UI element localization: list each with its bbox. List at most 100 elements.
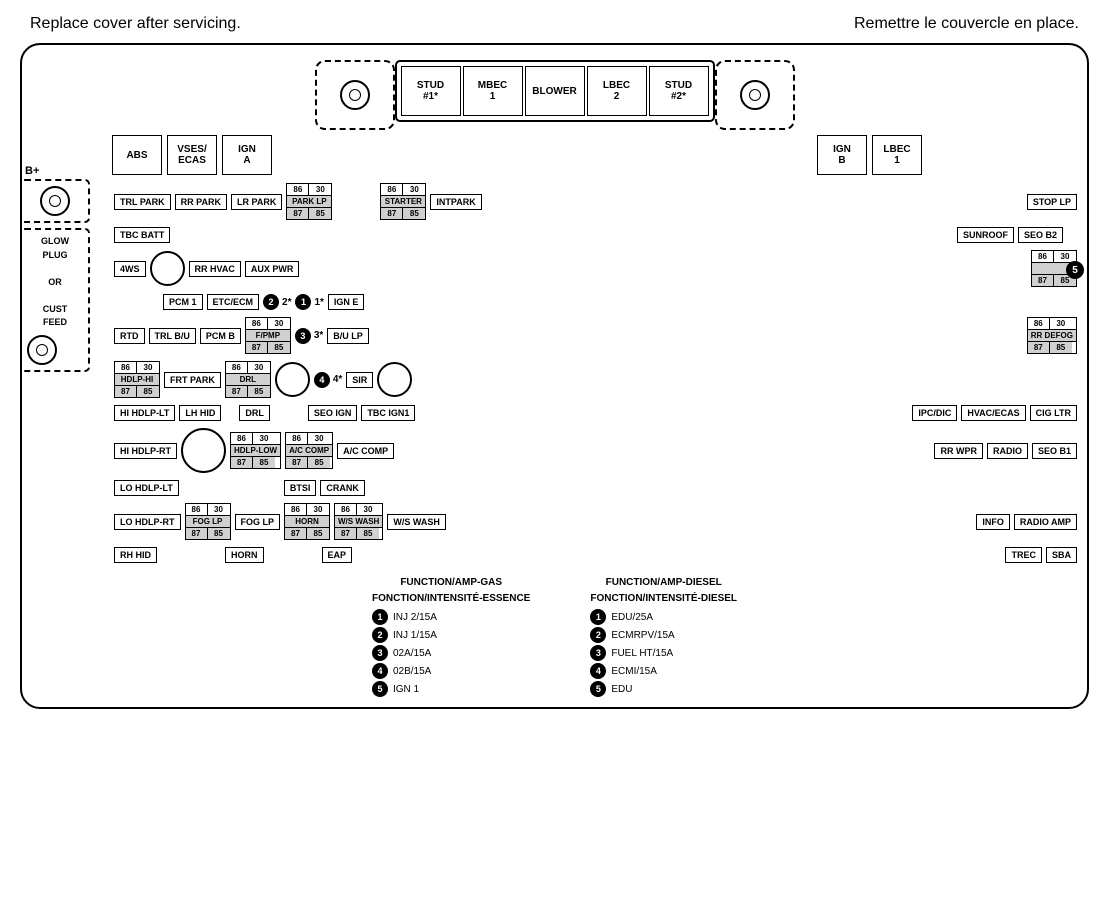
gas-label-2: INJ 1/15A (393, 630, 437, 641)
row-1: TRL PARK RR PARK LR PARK 8630 PARK LP 87… (114, 183, 1077, 220)
tbc-batt-label: TBC BATT (114, 227, 170, 243)
num3-icon: 3 (295, 328, 311, 344)
header-right-text: Remettre le couvercle en place. (854, 15, 1079, 33)
drl-label: DRL (239, 405, 270, 421)
row-6: 8630 HDLP-HI 8785 FRT PARK 8630 DRL 8785 (114, 361, 1077, 398)
diesel-num-2: 2 (590, 627, 606, 643)
horn-label: HORN (225, 547, 264, 563)
num2-icon: 2 (263, 294, 279, 310)
glow-label: GLOWPLUGORCUSTFEED (27, 235, 83, 330)
row-3: 4WS RR HVAC AUX PWR 8630 (114, 250, 1077, 287)
gas-num-1: 1 (372, 609, 388, 625)
top-relay-group-1: STUD#1* MBEC1 BLOWER LBEC2 STUD#2* (395, 60, 715, 122)
diesel-label-1: EDU/25A (611, 612, 653, 623)
legend: FUNCTION/AMP-GAS FONCTION/INTENSITÉ-ESSE… (32, 577, 1077, 697)
hdlp-low-relay: 8630 HDLP-LOW 8785 (230, 432, 281, 469)
num1-group: 1 1* (295, 294, 323, 310)
abs-box: ABS (112, 135, 162, 175)
header-left-text: Replace cover after servicing. (30, 15, 241, 33)
rr-hvac-label: RR HVAC (189, 261, 241, 277)
legend-diesel: FUNCTION/AMP-DIESEL FONCTION/INTENSITÉ-D… (590, 577, 737, 697)
header: Replace cover after servicing. Remettre … (10, 10, 1099, 38)
row-2: TBC BATT SUNROOF SEO B2 (114, 227, 1077, 243)
ws-label: 4WS (114, 261, 146, 277)
top-section: STUD#1* MBEC1 BLOWER LBEC2 STUD#2* (32, 55, 1077, 130)
bplus-label: B+ (20, 165, 90, 177)
gas-item-1: 1 INJ 2/15A (372, 609, 530, 625)
trec-label: TREC (1005, 547, 1042, 563)
lh-hid-label: LH HID (179, 405, 221, 421)
ac-comp-relay: 8630 A/C COMP 8785 (285, 432, 333, 469)
glow-circle (27, 335, 57, 365)
seo-b1-label: SEO B1 (1032, 443, 1077, 459)
gas-item-2: 2 INJ 1/15A (372, 627, 530, 643)
hdlp-hi-relay: 8630 HDLP-HI 8785 (114, 361, 160, 398)
row-10: LO HDLP-RT 8630 FOG LP 8785 FOG LP 8630 (114, 503, 1077, 540)
ipc-dic-label: IPC/DIC (912, 405, 957, 421)
lo-hdlp-rt-label: LO HDLP-RT (114, 514, 181, 530)
diesel-num-1: 1 (590, 609, 606, 625)
num4-icon: 4 (314, 372, 330, 388)
num5-circle: 5 (1066, 261, 1084, 279)
diesel-item-2: 2 ECMRPV/15A (590, 627, 737, 643)
sir-label: SIR (346, 372, 373, 388)
horn-relay: 8630 HORN 8785 (284, 503, 330, 540)
gas-num-2: 2 (372, 627, 388, 643)
ws-wash-relay: 8630 W/S WASH 8785 (334, 503, 383, 540)
diesel-label-2: ECMRPV/15A (611, 630, 674, 641)
rr-wpr-label: RR WPR (934, 443, 983, 459)
gas-item-3: 3 02A/15A (372, 645, 530, 661)
sba-label: SBA (1046, 547, 1077, 563)
gas-title-1: FUNCTION/AMP-GAS (372, 577, 530, 588)
etc-ecm-label: ETC/ECM (207, 294, 260, 310)
lbec1-box: LBEC1 (872, 135, 922, 175)
diesel-item-1: 1 EDU/25A (590, 609, 737, 625)
int-park-label: INTPARK (430, 194, 481, 210)
stud-connector-left (315, 60, 395, 130)
main-container: B+ GLOWPLUGORCUSTFEED STUD#1* MBEC1 BLOW… (20, 43, 1089, 709)
glow-section: GLOWPLUGORCUSTFEED (20, 228, 90, 372)
diesel-item-3: 3 FUEL HT/15A (590, 645, 737, 661)
hvac-ecas-label: HVAC/ECAS (961, 405, 1025, 421)
circle-2 (275, 362, 310, 397)
num2-label: 2* (282, 297, 291, 308)
blower-box: BLOWER (525, 66, 585, 116)
gas-num-5: 5 (372, 681, 388, 697)
num3-label: 3* (314, 330, 323, 341)
ign-a-box: IGNA (222, 135, 272, 175)
gas-item-5: 5 IGN 1 (372, 681, 530, 697)
trl-park-label: TRL PARK (114, 194, 171, 210)
gas-label-4: 02B/15A (393, 666, 431, 677)
ac-comp-label: A/C COMP (337, 443, 394, 459)
row-4: PCM 1 ETC/ECM 2 2* 1 1* IGN E (114, 294, 1077, 310)
gas-item-4: 4 02B/15A (372, 663, 530, 679)
stop-lp-label: STOP LP (1027, 194, 1077, 210)
eap-label: EAP (322, 547, 353, 563)
hi-hdlp-rt-label: HI HDLP-RT (114, 443, 177, 459)
radio-label: RADIO (987, 443, 1028, 459)
mbec1-box: MBEC1 (463, 66, 523, 116)
diesel-num-5: 5 (590, 681, 606, 697)
gas-label-1: INJ 2/15A (393, 612, 437, 623)
circle-4 (181, 428, 226, 473)
rr-defog-relay: 8630 RR DEFOG 8785 (1027, 317, 1077, 354)
num2-group: 2 2* (263, 294, 291, 310)
diesel-label-4: ECMI/15A (611, 666, 657, 677)
diesel-num-3: 3 (590, 645, 606, 661)
right-relay-5: 8630 5 8785 (1031, 250, 1077, 287)
gas-label-5: IGN 1 (393, 684, 419, 695)
bu-lp-label: B/U LP (327, 328, 369, 344)
aux-pwr-label: AUX PWR (245, 261, 300, 277)
bplus-section: B+ GLOWPLUGORCUSTFEED (20, 165, 90, 372)
num1-label: 1* (314, 297, 323, 308)
bplus-box (20, 179, 90, 223)
gas-title-2: FONCTION/INTENSITÉ-ESSENCE (372, 593, 530, 604)
row-11: RH HID HORN EAP TREC SBA (114, 547, 1077, 563)
hi-hdlp-lt-label: HI HDLP-LT (114, 405, 175, 421)
fog-lp-label: FOG LP (235, 514, 281, 530)
vses-box: VSES/ECAS (167, 135, 217, 175)
second-row: ABS VSES/ECAS IGNA IGNB LBEC1 (32, 135, 1077, 175)
stud1-box: STUD#1* (401, 66, 461, 116)
btsi-label: BTSI (284, 480, 317, 496)
diagram-rows: TRL PARK RR PARK LR PARK 8630 PARK LP 87… (32, 183, 1077, 567)
